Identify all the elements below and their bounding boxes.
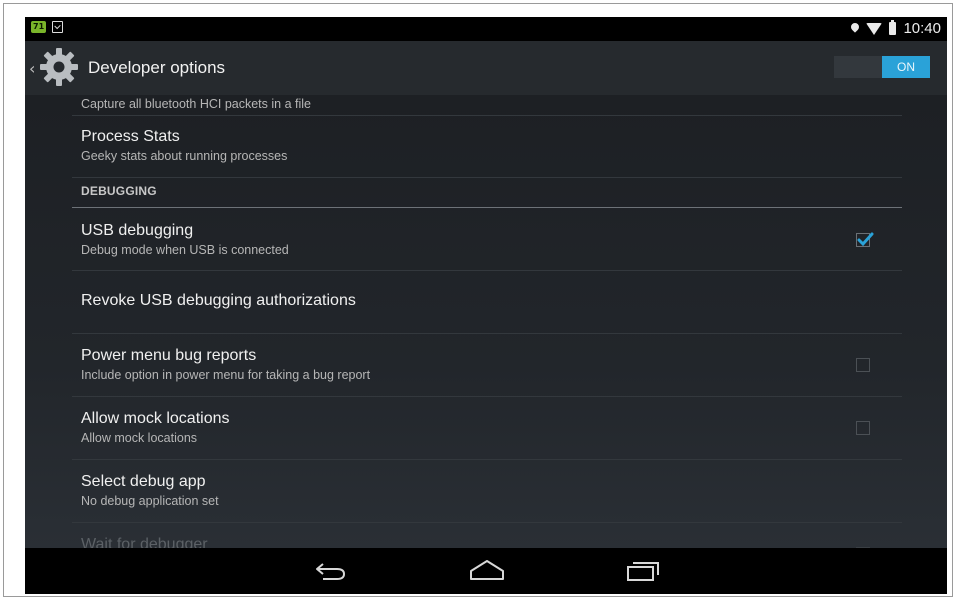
notification-badge: 71 xyxy=(31,21,47,33)
settings-gear-icon[interactable] xyxy=(37,45,81,89)
list-item-summary: Capture all bluetooth HCI packets in a f… xyxy=(81,97,311,111)
home-icon[interactable] xyxy=(468,558,506,584)
page-title: Developer options xyxy=(88,58,226,77)
list-item-allow-mock-locations[interactable]: Allow mock locations Allow mock location… xyxy=(72,397,902,460)
allow-mock-locations-checkbox[interactable] xyxy=(856,421,870,435)
list-item-title: Select debug app xyxy=(81,473,206,490)
section-header-debugging: DEBUGGING xyxy=(72,178,902,208)
checkmark-icon xyxy=(857,232,874,247)
location-pin-icon xyxy=(849,21,862,33)
list-item-title: Allow mock locations xyxy=(81,410,230,427)
list-item-usb-debugging[interactable]: USB debugging Debug mode when USB is con… xyxy=(72,208,902,271)
list-item-power-menu-bug-reports[interactable]: Power menu bug reports Include option in… xyxy=(72,334,902,397)
list-item-wait-for-debugger: Wait for debugger xyxy=(72,523,902,548)
wifi-icon xyxy=(866,22,883,35)
action-bar: ‹ Developer options ON xyxy=(25,41,947,96)
notification-area: 71 xyxy=(31,21,64,33)
list-item-select-debug-app[interactable]: Select debug app No debug application se… xyxy=(72,460,902,523)
up-caret-icon[interactable]: ‹ xyxy=(29,59,35,78)
list-item-title: USB debugging xyxy=(81,222,194,239)
list-item-title: Wait for debugger xyxy=(81,536,208,548)
toggle-on-label: ON xyxy=(882,56,930,78)
list-item-revoke-usb[interactable]: Revoke USB debugging authorizations xyxy=(72,271,902,334)
status-clock: 10:40 xyxy=(903,20,941,37)
device-screen: 71 10:40 ‹ Developer options ON Capture … xyxy=(25,17,947,594)
settings-list: Capture all bluetooth HCI packets in a f… xyxy=(72,95,902,548)
clipboard-check-icon xyxy=(52,21,64,33)
navigation-bar xyxy=(25,548,947,594)
list-item-summary: Include option in power menu for taking … xyxy=(81,368,371,382)
list-item-summary: Geeky stats about running processes xyxy=(81,149,288,163)
recent-apps-icon[interactable] xyxy=(625,558,661,584)
list-item-summary: No debug application set xyxy=(81,494,219,508)
screenshot-frame: 71 10:40 ‹ Developer options ON Capture … xyxy=(3,3,953,597)
usb-debugging-checkbox[interactable] xyxy=(856,232,874,247)
battery-icon xyxy=(889,20,897,35)
list-item-partial[interactable]: Capture all bluetooth HCI packets in a f… xyxy=(72,95,902,116)
list-item-title: Revoke USB debugging authorizations xyxy=(81,292,356,309)
system-icons: 10:40 xyxy=(849,20,941,37)
list-item-summary: Debug mode when USB is connected xyxy=(81,243,289,257)
list-item-process-stats[interactable]: Process Stats Geeky stats about running … xyxy=(72,116,902,178)
list-item-summary: Allow mock locations xyxy=(81,431,198,445)
developer-options-toggle[interactable]: ON xyxy=(834,56,930,78)
status-bar: 71 10:40 xyxy=(25,17,947,41)
list-item-title: Process Stats xyxy=(81,128,180,145)
settings-list-container[interactable]: Capture all bluetooth HCI packets in a f… xyxy=(25,95,947,548)
back-icon[interactable] xyxy=(313,558,349,584)
power-menu-bug-reports-checkbox[interactable] xyxy=(856,358,870,372)
list-item-title: Power menu bug reports xyxy=(81,347,257,364)
